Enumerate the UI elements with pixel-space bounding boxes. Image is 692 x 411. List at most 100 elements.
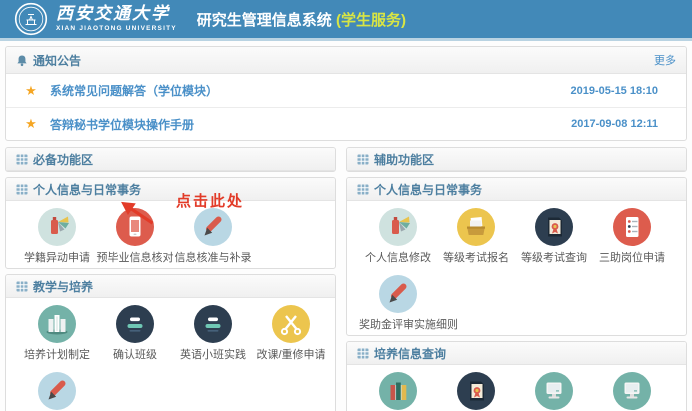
app-item-label: 预毕业信息核对 xyxy=(96,249,174,265)
main-area: 必备功能区 个人信息与日常事务 学籍异动申请预毕业信息核对信息核准与补录 教学与… xyxy=(0,147,692,411)
panel-title: 教学与培养 xyxy=(33,278,93,295)
grid-icon xyxy=(16,281,28,292)
app-item-label: 培养计划制定 xyxy=(18,346,96,362)
notice-link[interactable]: 系统常见问题解答（学位模块） xyxy=(50,82,218,99)
panel-header-teaching-training[interactable]: 教学与培养 xyxy=(6,275,335,298)
inbox-tray-icon xyxy=(457,208,495,246)
panel-training-info-query: 培养信息查询 学科适用方案全校培养方案全校课程目录全校课表 xyxy=(346,341,687,411)
university-name: 西安交通大学 XIAN JIAOTONG UNIVERSITY xyxy=(56,6,177,32)
monitor-icon xyxy=(613,372,651,410)
app-item-label: 信息核准与补录 xyxy=(174,249,252,265)
app-item-label: 英语小班实践 xyxy=(174,346,252,362)
app-item[interactable]: 英语小班实践 xyxy=(174,305,252,362)
app-item-label: 改课/重修申请 xyxy=(252,346,330,362)
app-item-label: 确认班级 xyxy=(96,346,174,362)
panel-title: 必备功能区 xyxy=(33,151,93,168)
document-icon xyxy=(613,208,651,246)
panel-personal-info-right: 个人信息与日常事务 个人信息修改等级考试报名等级考试查询三助岗位申请 奖助金评审… xyxy=(346,177,687,336)
app-item[interactable]: 培养计划制定 xyxy=(18,305,96,362)
app-item[interactable]: 全校课表 xyxy=(593,372,671,411)
system-title: 研究生管理信息系统 (学生服务) xyxy=(197,9,406,30)
panel-teaching-training: 教学与培养 培养计划制定确认班级英语小班实践改课/重修申请 本研成绩自转 xyxy=(5,274,336,411)
grid-icon xyxy=(357,154,369,165)
app-icon-row: 培养计划制定确认班级英语小班实践改课/重修申请 xyxy=(6,298,335,365)
app-item[interactable]: 全校培养方案 xyxy=(437,372,515,411)
smartphone-icon xyxy=(116,208,154,246)
app-item[interactable]: 改课/重修申请 xyxy=(252,305,330,362)
university-name-en: XIAN JIAOTONG UNIVERSITY xyxy=(56,25,177,32)
panel-header-essential-functions[interactable]: 必备功能区 xyxy=(6,148,335,171)
notice-row: ★ 系统常见问题解答（学位模块） 2019-05-15 18:10 xyxy=(6,74,686,107)
panel-auxiliary-functions: 辅助功能区 xyxy=(346,147,687,172)
panel-title: 个人信息与日常事务 xyxy=(374,181,482,198)
buildings-icon xyxy=(38,305,76,343)
app-item[interactable]: 预毕业信息核对 xyxy=(96,208,174,265)
university-seal-logo xyxy=(14,2,48,36)
app-item[interactable]: 等级考试报名 xyxy=(437,208,515,265)
grid-icon xyxy=(16,184,28,195)
notice-panel: 通知公告 更多 ★ 系统常见问题解答（学位模块） 2019-05-15 18:1… xyxy=(5,46,687,141)
panel-header-personal-info-left[interactable]: 个人信息与日常事务 xyxy=(6,178,335,201)
app-item[interactable]: 等级考试查询 xyxy=(515,208,593,265)
app-icon-row: 学籍异动申请预毕业信息核对信息核准与补录 xyxy=(6,201,335,268)
left-column: 必备功能区 个人信息与日常事务 学籍异动申请预毕业信息核对信息核准与补录 教学与… xyxy=(5,147,336,411)
panel-title: 培养信息查询 xyxy=(374,345,446,362)
panel-header-auxiliary-functions[interactable]: 辅助功能区 xyxy=(347,148,686,171)
notice-row: ★ 答辩秘书学位模块操作手册 2017-09-08 12:11 xyxy=(6,107,686,140)
page: 西安交通大学 XIAN JIAOTONG UNIVERSITY 研究生管理信息系… xyxy=(0,0,692,411)
app-item-label: 奖助金评审实施细则 xyxy=(359,316,437,332)
panel-title: 辅助功能区 xyxy=(374,151,434,168)
certificate-icon xyxy=(457,372,495,410)
grid-icon xyxy=(357,184,369,195)
form-lines-icon xyxy=(194,305,232,343)
app-item[interactable]: 学科适用方案 xyxy=(359,372,437,411)
star-icon: ★ xyxy=(24,116,38,132)
spray-swatches-icon xyxy=(38,208,76,246)
app-icon-row: 奖助金评审实施细则 xyxy=(347,268,686,335)
notice-panel-title: 通知公告 xyxy=(33,52,81,69)
spray-swatches-icon xyxy=(379,208,417,246)
top-banner: 西安交通大学 XIAN JIAOTONG UNIVERSITY 研究生管理信息系… xyxy=(0,0,692,41)
pencil-icon xyxy=(194,208,232,246)
notice-list: ★ 系统常见问题解答（学位模块） 2019-05-15 18:10 ★ 答辩秘书… xyxy=(6,74,686,140)
panel-header-training-info-query[interactable]: 培养信息查询 xyxy=(347,342,686,365)
app-item[interactable]: 三助岗位申请 xyxy=(593,208,671,265)
grid-icon xyxy=(16,154,28,165)
scissors-icon xyxy=(272,305,310,343)
app-icon-row: 学科适用方案全校培养方案全校课程目录全校课表 xyxy=(347,365,686,411)
app-item[interactable]: 奖助金评审实施细则 xyxy=(359,275,437,332)
grid-icon xyxy=(357,348,369,359)
bell-icon xyxy=(16,54,28,67)
app-item[interactable]: 信息核准与补录 xyxy=(174,208,252,265)
notice-link[interactable]: 答辩秘书学位模块操作手册 xyxy=(50,116,194,133)
app-item-label: 个人信息修改 xyxy=(359,249,437,265)
university-name-cn: 西安交通大学 xyxy=(56,6,177,23)
system-title-text: 研究生管理信息系统 xyxy=(197,12,332,29)
notice-date: 2017-09-08 12:11 xyxy=(571,118,658,130)
certificate-icon xyxy=(535,208,573,246)
panel-personal-info-left: 个人信息与日常事务 学籍异动申请预毕业信息核对信息核准与补录 xyxy=(5,177,336,269)
app-item[interactable]: 本研成绩自转 xyxy=(18,372,96,411)
star-icon: ★ xyxy=(24,83,38,99)
app-item-label: 学籍异动申请 xyxy=(18,249,96,265)
app-item[interactable]: 全校课程目录 xyxy=(515,372,593,411)
books-icon xyxy=(379,372,417,410)
app-item[interactable]: 确认班级 xyxy=(96,305,174,362)
app-item[interactable]: 个人信息修改 xyxy=(359,208,437,265)
right-column: 辅助功能区 个人信息与日常事务 个人信息修改等级考试报名等级考试查询三助岗位申请… xyxy=(346,147,687,411)
notice-date: 2019-05-15 18:10 xyxy=(571,85,658,97)
panel-header-personal-info-right[interactable]: 个人信息与日常事务 xyxy=(347,178,686,201)
app-item-label: 等级考试报名 xyxy=(437,249,515,265)
notice-more-link[interactable]: 更多 xyxy=(654,52,676,68)
app-item-label: 三助岗位申请 xyxy=(593,249,671,265)
app-item-label: 等级考试查询 xyxy=(515,249,593,265)
monitor-icon xyxy=(535,372,573,410)
pencil-icon xyxy=(38,372,76,410)
app-icon-row: 本研成绩自转 xyxy=(6,365,335,411)
notice-panel-header: 通知公告 更多 xyxy=(6,47,686,74)
form-lines-icon xyxy=(116,305,154,343)
app-item[interactable]: 学籍异动申请 xyxy=(18,208,96,265)
system-subtitle: (学生服务) xyxy=(336,12,406,29)
panel-title: 个人信息与日常事务 xyxy=(33,181,141,198)
panel-essential-functions: 必备功能区 xyxy=(5,147,336,172)
